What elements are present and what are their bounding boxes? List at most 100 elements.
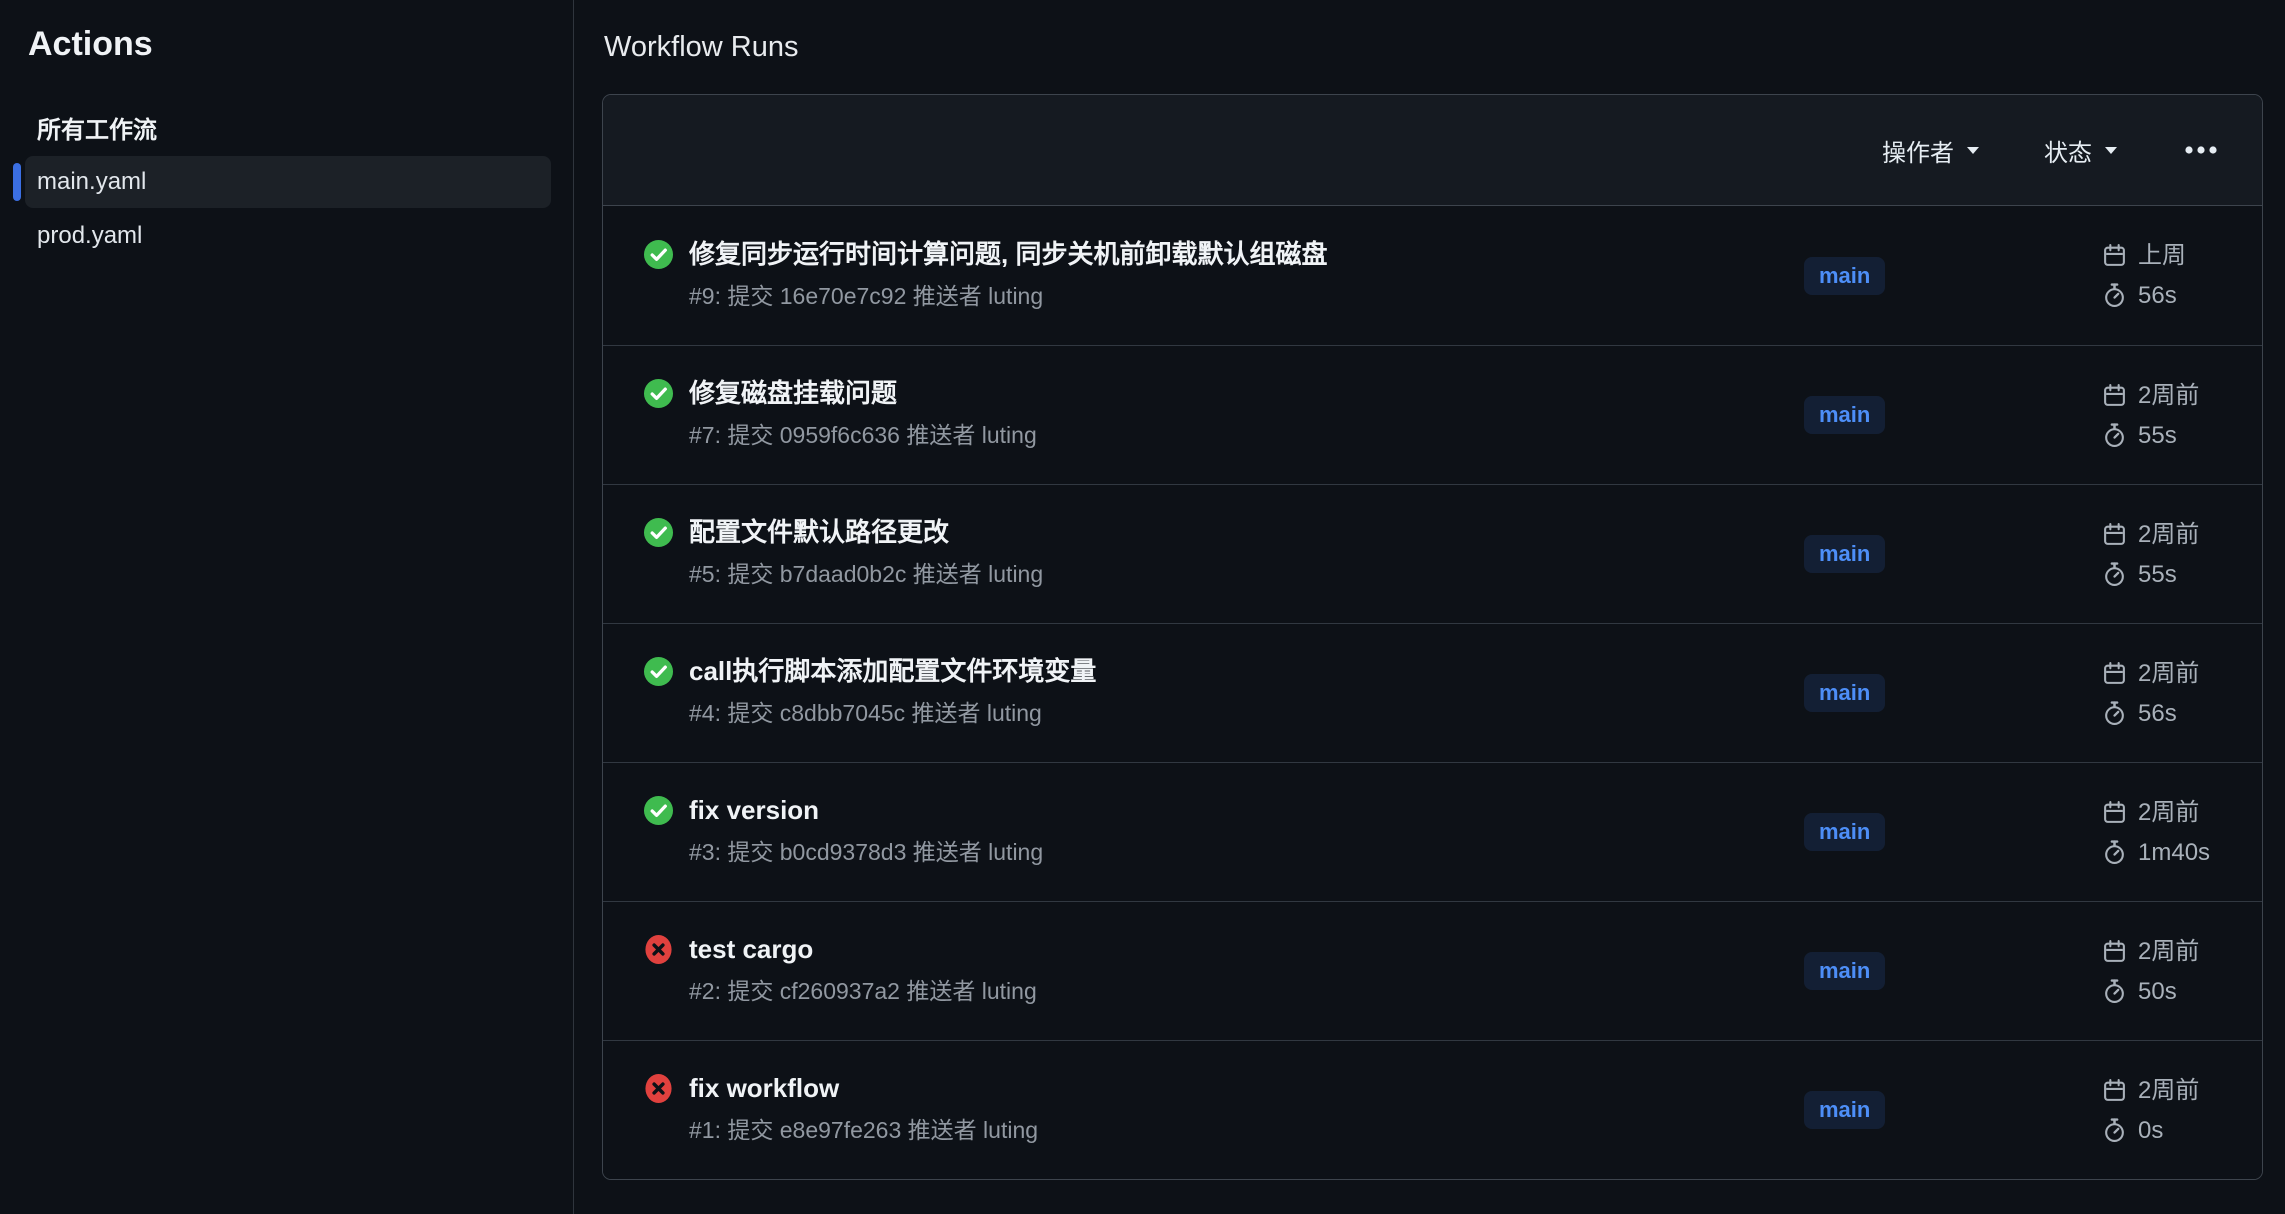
run-date-label: 上周	[2138, 237, 2186, 274]
run-date-label: 2周前	[2138, 516, 2199, 553]
actor-filter-dropdown[interactable]: 操作者	[1882, 133, 1980, 168]
run-details: main 2周前	[1804, 655, 2262, 732]
workflow-run-row[interactable]: 配置文件默认路径更改 #5: 提交 b7daad0b2c 推送者 luting …	[603, 484, 2262, 623]
sidebar-item-all-workflows[interactable]: 所有工作流	[37, 114, 551, 148]
branch-badge[interactable]: main	[1804, 396, 1885, 434]
workflow-file-label: main.yaml	[37, 168, 146, 196]
run-text: fix version #3: 提交 b0cd9378d3 推送者 luting	[689, 790, 1043, 874]
status-filter-dropdown[interactable]: 状态	[2044, 133, 2118, 168]
run-date-label: 2周前	[2138, 794, 2199, 831]
check-circle-success-icon	[643, 656, 674, 687]
run-meta: 2周前 55s	[2102, 377, 2262, 454]
run-text: fix workflow #1: 提交 e8e97fe263 推送者 lutin…	[689, 1068, 1038, 1152]
run-duration-label: 0s	[2138, 1112, 2163, 1149]
stopwatch-icon	[2102, 979, 2127, 1004]
run-commit-info: #5: 提交 b7daad0b2c 推送者 luting	[689, 552, 1043, 596]
run-summary: 配置文件默认路径更改 #5: 提交 b7daad0b2c 推送者 luting	[603, 512, 1804, 596]
run-duration-label: 56s	[2138, 277, 2177, 314]
run-commit-info: #2: 提交 cf260937a2 推送者 luting	[689, 969, 1037, 1013]
stopwatch-icon	[2102, 283, 2127, 308]
calendar-icon	[2102, 939, 2127, 964]
branch-badge[interactable]: main	[1804, 1091, 1885, 1129]
run-date-label: 2周前	[2138, 1072, 2199, 1109]
run-date: 2周前	[2102, 516, 2262, 553]
run-details: main 2周前	[1804, 794, 2262, 871]
page: Actions 所有工作流 main.yaml prod.yaml Workfl…	[0, 0, 2285, 1214]
workflow-run-row[interactable]: fix version #3: 提交 b0cd9378d3 推送者 luting…	[603, 762, 2262, 901]
actions-sidebar: Actions 所有工作流 main.yaml prod.yaml	[0, 0, 574, 1214]
workflow-run-row[interactable]: call执行脚本添加配置文件环境变量 #4: 提交 c8dbb7045c 推送者…	[603, 623, 2262, 762]
run-date: 2周前	[2102, 655, 2262, 692]
run-title-link[interactable]: 修复同步运行时间计算问题, 同步关机前卸载默认组磁盘	[689, 234, 1327, 274]
stopwatch-icon	[2102, 423, 2127, 448]
workflow-run-row[interactable]: 修复同步运行时间计算问题, 同步关机前卸载默认组磁盘 #9: 提交 16e70e…	[603, 206, 2262, 345]
calendar-icon	[2102, 243, 2127, 268]
run-commit-info: #7: 提交 0959f6c636 推送者 luting	[689, 413, 1037, 457]
calendar-icon	[2102, 661, 2127, 686]
sidebar-item-main-yaml[interactable]: main.yaml	[25, 156, 551, 208]
run-details: main 上周	[1804, 237, 2262, 314]
run-commit-info: #1: 提交 e8e97fe263 推送者 luting	[689, 1108, 1038, 1152]
sidebar-item-prod-yaml[interactable]: prod.yaml	[25, 210, 551, 262]
run-duration-label: 55s	[2138, 417, 2177, 454]
branch-badge[interactable]: main	[1804, 257, 1885, 295]
run-title-link[interactable]: fix workflow	[689, 1068, 1038, 1108]
branch-badge[interactable]: main	[1804, 952, 1885, 990]
branch-badge[interactable]: main	[1804, 535, 1885, 573]
run-duration-label: 1m40s	[2138, 834, 2210, 871]
run-details: main 2周前	[1804, 1072, 2262, 1149]
run-summary: 修复磁盘挂载问题 #7: 提交 0959f6c636 推送者 luting	[603, 373, 1804, 457]
run-summary: fix version #3: 提交 b0cd9378d3 推送者 luting	[603, 790, 1804, 874]
run-duration: 1m40s	[2102, 834, 2262, 871]
run-meta: 上周 56s	[2102, 237, 2262, 314]
run-details: main 2周前	[1804, 377, 2262, 454]
workflow-file-label: prod.yaml	[37, 222, 142, 250]
run-duration: 55s	[2102, 417, 2262, 454]
run-meta: 2周前 0s	[2102, 1072, 2262, 1149]
workflow-run-row[interactable]: 修复磁盘挂载问题 #7: 提交 0959f6c636 推送者 luting ma…	[603, 345, 2262, 484]
status-filter-label: 状态	[2044, 133, 2092, 168]
run-duration: 0s	[2102, 1112, 2262, 1149]
run-title-link[interactable]: 配置文件默认路径更改	[689, 512, 1043, 552]
calendar-icon	[2102, 522, 2127, 547]
run-details: main 2周前	[1804, 933, 2262, 1010]
run-date-label: 2周前	[2138, 377, 2199, 414]
run-meta: 2周前 55s	[2102, 516, 2262, 593]
x-circle-failure-icon	[643, 1073, 674, 1104]
branch-badge[interactable]: main	[1804, 813, 1885, 851]
run-date-label: 2周前	[2138, 655, 2199, 692]
run-title-link[interactable]: call执行脚本添加配置文件环境变量	[689, 651, 1096, 691]
run-details: main 2周前	[1804, 516, 2262, 593]
run-duration: 56s	[2102, 695, 2262, 732]
chevron-down-icon	[2104, 146, 2118, 155]
main-content: Workflow Runs 操作者 状态	[574, 0, 2285, 1214]
run-meta: 2周前 56s	[2102, 655, 2262, 732]
run-text: 修复同步运行时间计算问题, 同步关机前卸载默认组磁盘 #9: 提交 16e70e…	[689, 234, 1327, 318]
page-title: Workflow Runs	[604, 30, 2263, 64]
run-title-link[interactable]: test cargo	[689, 929, 1037, 969]
workflow-run-row[interactable]: test cargo #2: 提交 cf260937a2 推送者 luting …	[603, 901, 2262, 1040]
branch-badge[interactable]: main	[1804, 674, 1885, 712]
actor-filter-label: 操作者	[1882, 133, 1954, 168]
stopwatch-icon	[2102, 562, 2127, 587]
calendar-icon	[2102, 800, 2127, 825]
run-date: 2周前	[2102, 1072, 2262, 1109]
chevron-down-icon	[1966, 146, 1980, 155]
run-summary: fix workflow #1: 提交 e8e97fe263 推送者 lutin…	[603, 1068, 1804, 1152]
run-date: 上周	[2102, 237, 2262, 274]
run-meta: 2周前 50s	[2102, 933, 2262, 1010]
run-duration-label: 55s	[2138, 556, 2177, 593]
run-summary: 修复同步运行时间计算问题, 同步关机前卸载默认组磁盘 #9: 提交 16e70e…	[603, 234, 1804, 318]
run-text: test cargo #2: 提交 cf260937a2 推送者 luting	[689, 929, 1037, 1013]
workflow-run-row[interactable]: fix workflow #1: 提交 e8e97fe263 推送者 lutin…	[603, 1040, 2262, 1179]
run-title-link[interactable]: 修复磁盘挂载问题	[689, 373, 1037, 413]
stopwatch-icon	[2102, 840, 2127, 865]
sidebar-title: Actions	[28, 24, 573, 64]
run-title-link[interactable]: fix version	[689, 790, 1043, 830]
more-options-button[interactable]	[2182, 139, 2220, 161]
run-commit-info: #3: 提交 b0cd9378d3 推送者 luting	[689, 830, 1043, 874]
run-summary: call执行脚本添加配置文件环境变量 #4: 提交 c8dbb7045c 推送者…	[603, 651, 1804, 735]
runs-list: 修复同步运行时间计算问题, 同步关机前卸载默认组磁盘 #9: 提交 16e70e…	[603, 206, 2262, 1179]
stopwatch-icon	[2102, 1118, 2127, 1143]
run-duration: 56s	[2102, 277, 2262, 314]
